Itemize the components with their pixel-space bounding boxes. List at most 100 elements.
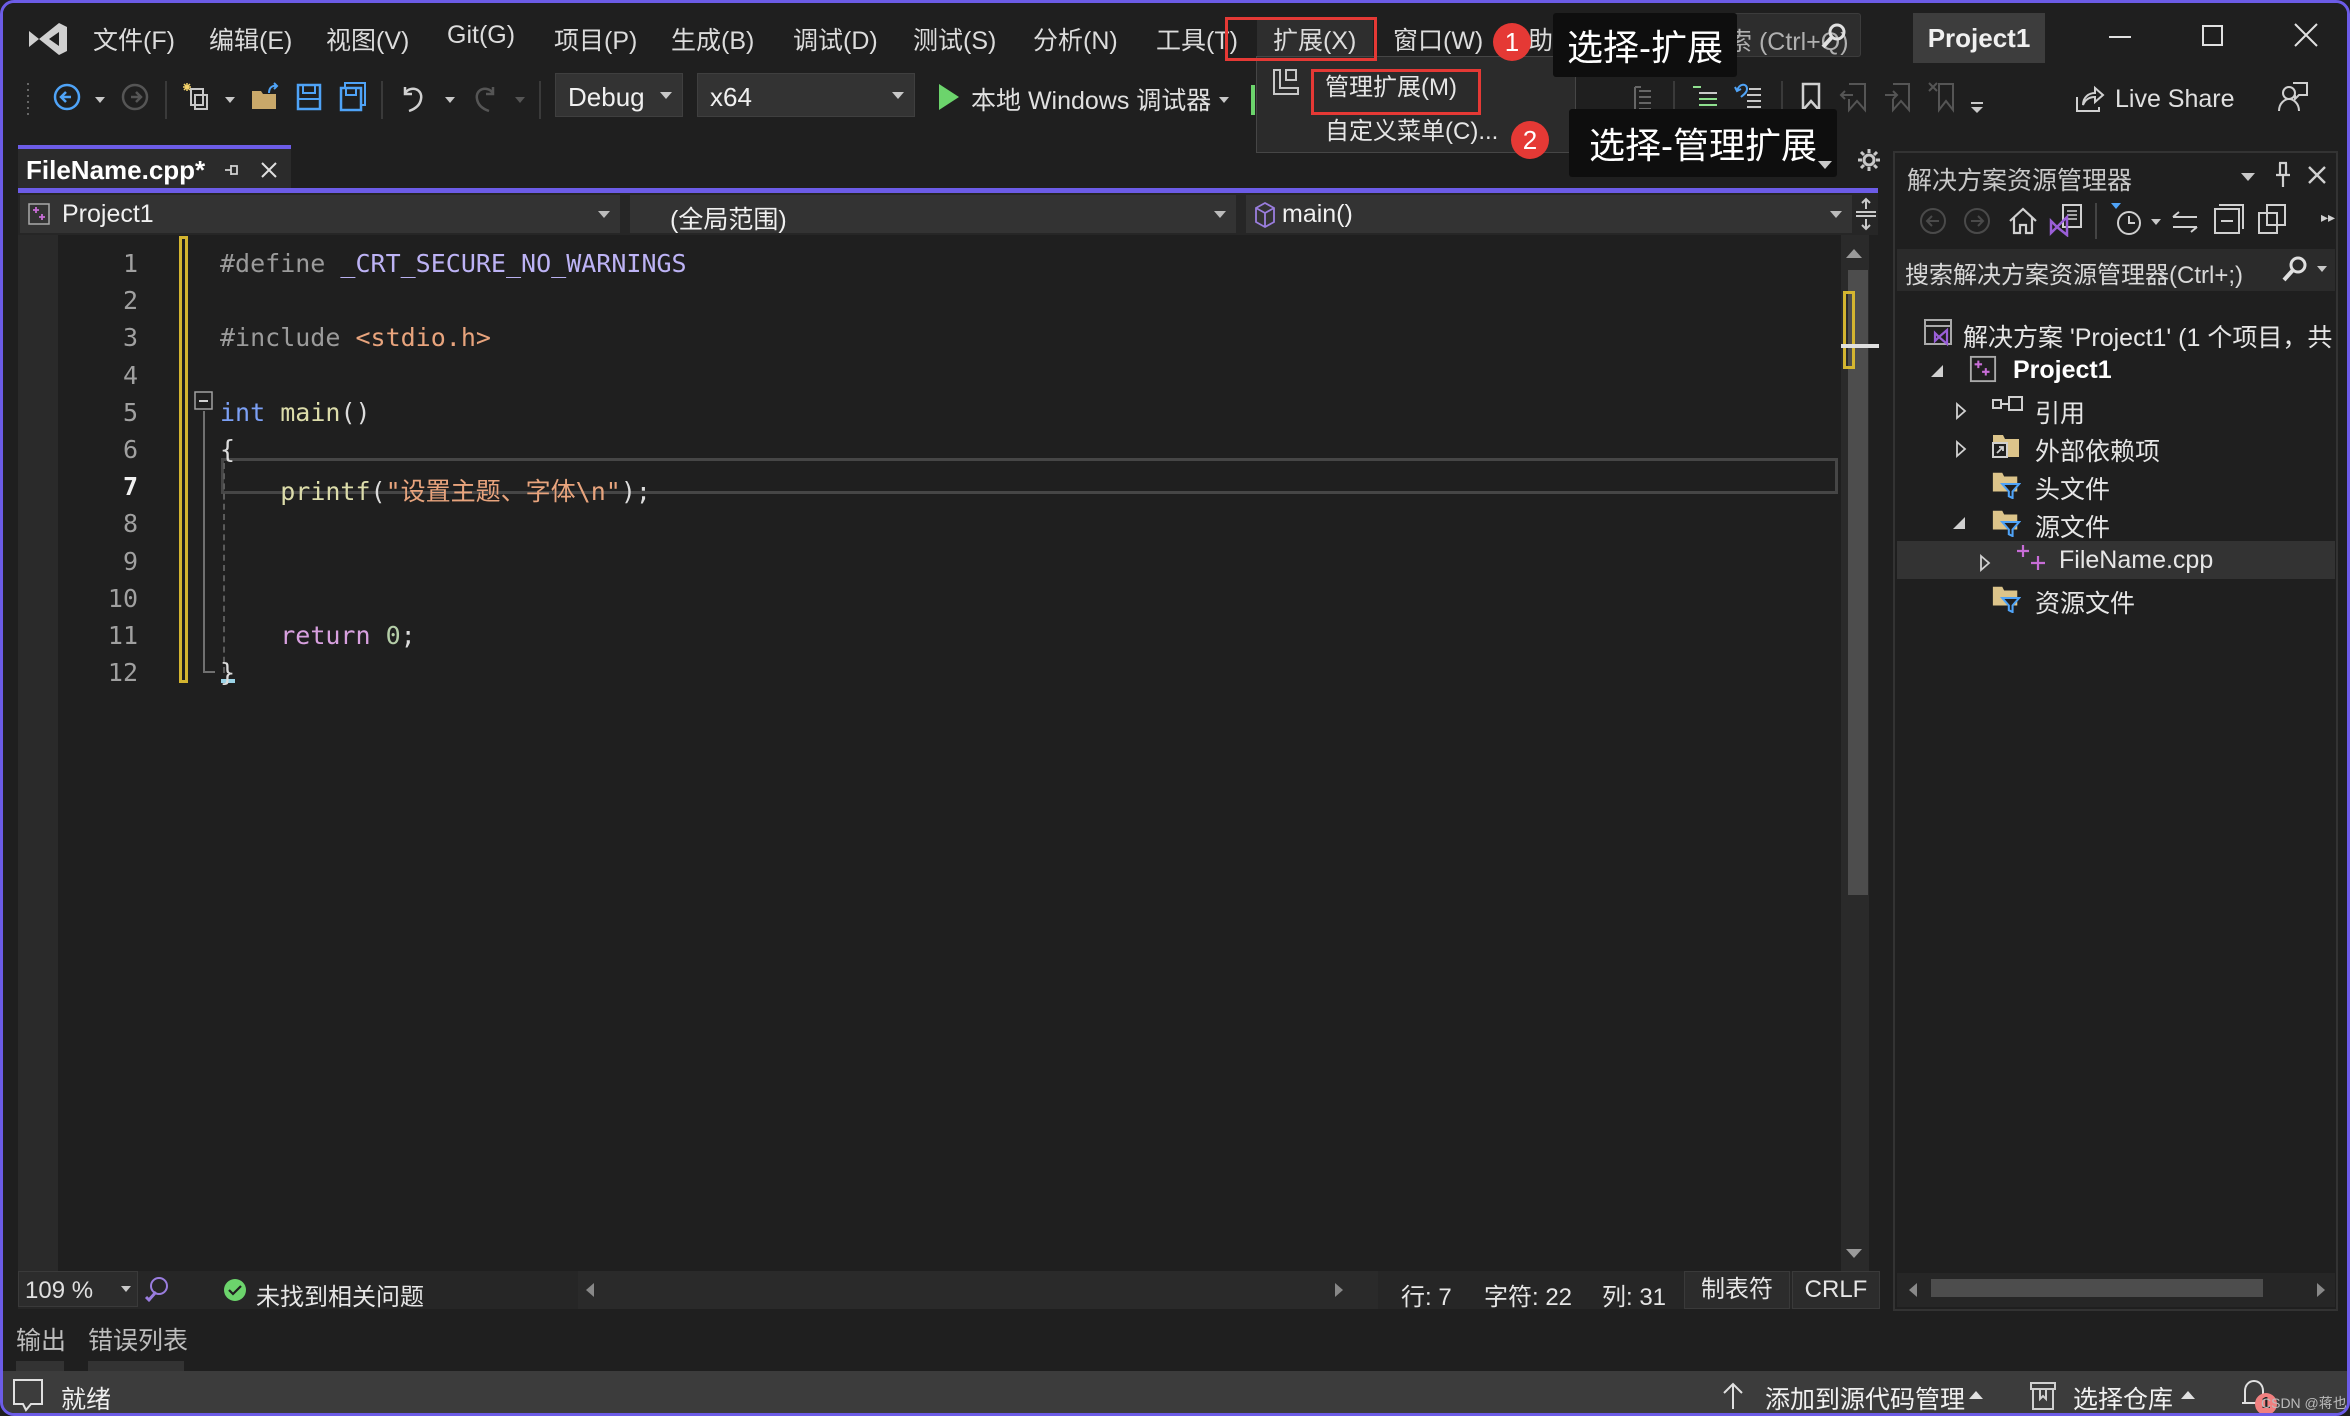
feedback-icon[interactable] [2277, 81, 2309, 113]
platform-dropdown[interactable]: x64 [697, 73, 915, 117]
indentation-indicator[interactable]: 制表符 [1684, 1271, 1790, 1309]
tree-item[interactable]: 源文件 [1897, 503, 2335, 542]
start-debugging-icon[interactable] [933, 81, 965, 113]
project-dropdown[interactable]: Project1 [20, 195, 620, 233]
menu-view[interactable]: 视图(V) [326, 21, 409, 57]
new-item-icon[interactable] [181, 81, 213, 113]
menu-test[interactable]: 测试(S) [913, 21, 996, 57]
more-tools-icon[interactable]: ▸▸ [2321, 209, 2335, 226]
code-line[interactable]: #include <stdio.h> [220, 323, 491, 352]
code-line[interactable]: { [220, 435, 235, 464]
open-folder-icon[interactable] [249, 81, 281, 113]
start-debugging-button[interactable]: 本地 Windows 调试器 [971, 81, 1211, 117]
tree-item[interactable]: 资源文件 [1897, 579, 2335, 618]
save-icon[interactable] [293, 81, 325, 113]
zoom-dropdown[interactable]: 109 % [18, 1271, 138, 1307]
maximize-icon[interactable] [2189, 17, 2235, 55]
navigate-forward-icon[interactable] [119, 81, 151, 113]
tree-item[interactable]: Project1 [1897, 351, 2335, 389]
tree-item[interactable]: 头文件 [1897, 465, 2335, 504]
split-window-icon[interactable] [1854, 197, 1878, 231]
previous-bookmark-icon[interactable] [1839, 81, 1871, 113]
save-all-icon[interactable] [337, 81, 369, 113]
tree-item[interactable]: 外部依赖项 [1897, 427, 2335, 466]
pending-changes-filter-icon[interactable] [2109, 201, 2145, 237]
clear-bookmarks-icon[interactable] [1927, 81, 1959, 113]
menu-edit[interactable]: 编辑(E) [209, 21, 292, 57]
menu-debug[interactable]: 调试(D) [793, 21, 878, 57]
close-icon[interactable] [2283, 17, 2329, 55]
collapsed-triangle-icon[interactable] [1979, 551, 1991, 579]
switch-views-icon[interactable] [2049, 203, 2083, 237]
redo-icon[interactable] [469, 81, 501, 113]
menu-item-customize-menu[interactable]: 自定义菜单(C)... [1325, 111, 1498, 146]
sync-with-active-document-icon[interactable] [2169, 209, 2201, 235]
tree-item[interactable]: FileName.cpp [1897, 541, 2335, 579]
column-indicator[interactable]: 列: 31 [1602, 1277, 1666, 1312]
output-notification-icon[interactable] [11, 1377, 45, 1413]
code-line[interactable]: return 0; [220, 621, 416, 650]
menu-analyze[interactable]: 分析(N) [1033, 21, 1118, 57]
add-to-source-control-button[interactable]: 添加到源代码管理 [1765, 1380, 1965, 1413]
collapse-all-icon[interactable] [2213, 203, 2245, 235]
member-dropdown[interactable]: main() [1246, 195, 1852, 233]
close-tab-icon[interactable] [258, 159, 280, 181]
panel-options-dropdown[interactable] [2241, 173, 2255, 181]
next-bookmark-icon[interactable] [1883, 81, 1915, 113]
undo-icon[interactable] [397, 81, 429, 113]
tree-item[interactable]: 引用 [1897, 389, 2335, 428]
scroll-left-arrow[interactable] [586, 1283, 594, 1297]
collapsed-triangle-icon[interactable] [1955, 399, 1967, 427]
line-ending-indicator[interactable]: CRLF [1792, 1271, 1880, 1309]
navigate-back-icon[interactable] [51, 81, 83, 113]
collapsed-triangle-icon[interactable] [1955, 437, 1967, 465]
tab-list-dropdown[interactable] [1818, 161, 1832, 169]
menu-build[interactable]: 生成(B) [671, 21, 754, 57]
code-line[interactable]: int main() [220, 398, 371, 427]
search-options-dropdown[interactable] [2317, 266, 2327, 272]
tab-error-list[interactable]: 错误列表 [88, 1321, 188, 1357]
menu-file[interactable]: 文件(F) [93, 21, 175, 57]
horizontal-scrollbar[interactable] [578, 1271, 1378, 1309]
scroll-up-arrow[interactable] [1846, 249, 1862, 258]
code-line[interactable]: #define _CRT_SECURE_NO_WARNINGS [220, 249, 687, 278]
se-forward-icon[interactable] [1963, 207, 1991, 235]
settings-gear-icon[interactable] [1856, 147, 1882, 173]
menu-project[interactable]: 项目(P) [554, 21, 637, 57]
se-back-icon[interactable] [1919, 207, 1947, 235]
tree-item[interactable]: 解决方案 'Project1' (1 个项目，共 [1897, 313, 2335, 352]
collapse-region-icon[interactable] [194, 391, 214, 411]
minimize-icon[interactable] [2097, 17, 2143, 55]
scroll-down-arrow[interactable] [1846, 1249, 1862, 1258]
back-dropdown-caret[interactable] [95, 97, 105, 103]
live-share-icon[interactable] [2073, 83, 2105, 115]
tab-output[interactable]: 输出 [16, 1321, 66, 1357]
toolbar-overflow-icon[interactable] [1969, 99, 1985, 115]
configuration-dropdown[interactable]: Debug [555, 73, 683, 117]
home-icon[interactable] [2007, 205, 2039, 237]
menu-git[interactable]: Git(G) [447, 21, 515, 50]
tab-filename-cpp[interactable]: FileName.cpp* [18, 145, 291, 189]
close-panel-icon[interactable] [2307, 165, 2327, 185]
issues-status[interactable]: 未找到相关问题 [256, 1277, 424, 1312]
live-share-button[interactable]: Live Share [2115, 85, 2235, 114]
char-indicator[interactable]: 字符: 22 [1484, 1277, 1572, 1312]
scroll-left-arrow[interactable] [1909, 1283, 1917, 1297]
intellicode-icon[interactable] [144, 1275, 170, 1305]
scrollbar-thumb[interactable] [1931, 1279, 2263, 1297]
line-indicator[interactable]: 行: 7 [1401, 1277, 1452, 1312]
show-all-files-icon[interactable] [2257, 203, 2289, 235]
select-repository-button[interactable]: 选择仓库 [2073, 1380, 2173, 1413]
expanded-triangle-icon[interactable] [1953, 517, 1965, 529]
toolbar-grip-icon[interactable] [25, 81, 33, 117]
expanded-triangle-icon[interactable] [1931, 365, 1943, 377]
menu-window[interactable]: 窗口(W) [1393, 21, 1483, 57]
solution-explorer-search[interactable]: 搜索解决方案资源管理器(Ctrl+;) [1897, 249, 2335, 291]
pin-panel-icon[interactable] [2273, 161, 2293, 189]
debug-target-caret[interactable] [1219, 97, 1229, 103]
code-line[interactable]: } [220, 658, 235, 687]
pin-icon[interactable] [223, 161, 241, 179]
scroll-right-arrow[interactable] [2317, 1283, 2325, 1297]
scope-dropdown[interactable]: (全局范围) [630, 195, 1236, 234]
code-line[interactable]: printf("设置主题、字体\n"); [220, 472, 651, 508]
